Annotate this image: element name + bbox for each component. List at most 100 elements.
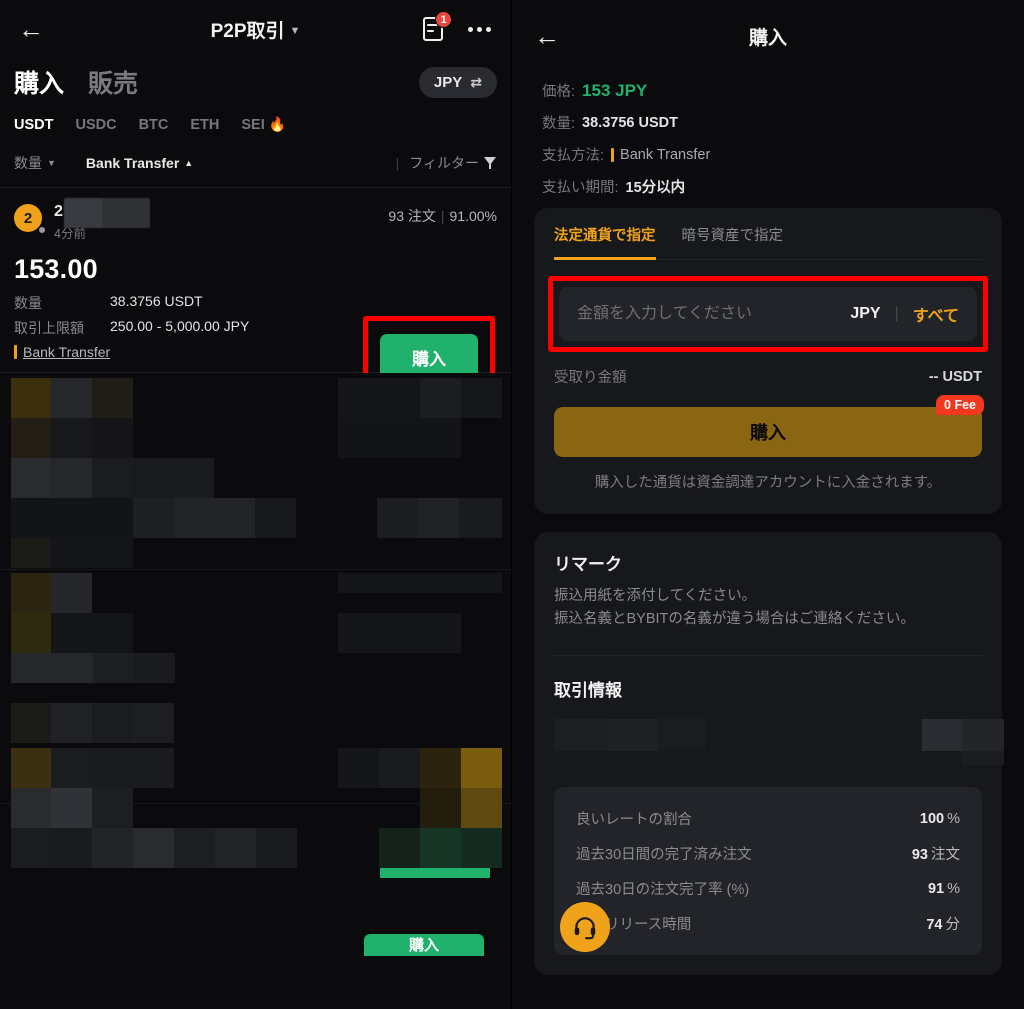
funding-account-note: 購入した通貨は資金調達アカウントに入金されます。 (594, 475, 942, 491)
stat-value: 100% (920, 811, 960, 827)
stat-number: 91 (927, 880, 945, 897)
offer-price: 153.00 (14, 254, 98, 284)
right-topbar: ← 購入 (512, 0, 1024, 72)
trade-info-title: 取引情報 (554, 681, 622, 701)
amount-max-button[interactable]: すべて (913, 302, 959, 326)
card-divider (554, 655, 982, 657)
zero-fee-badge: 0 Fee (936, 395, 984, 415)
fiat-currency-selector[interactable]: JPY ⇄ (418, 66, 497, 98)
redacted-merchant-info (554, 711, 1004, 769)
detail-price-value: 153 JPY (582, 80, 648, 100)
seller-stats: 93 注文 | 91.00% (388, 202, 497, 226)
receive-amount-value: -- USDT (928, 368, 982, 385)
stat-number: 100 (919, 810, 945, 827)
merchant-stats-list: 良いレートの割合 100% 過去30日間の完了済み注文 93 注文 過去30日の注… (554, 787, 982, 956)
coin-tab-eth[interactable]: ETH (190, 117, 219, 133)
detail-payment-label: 支払方法: (542, 148, 605, 164)
coin-tab-usdc[interactable]: USDC (75, 117, 116, 133)
fiat-currency-label: JPY (433, 73, 463, 91)
submit-area: 購入 0 Fee (554, 395, 984, 457)
advanced-filter-button[interactable]: フィルター (409, 153, 497, 173)
fire-icon: 🔥 (268, 116, 287, 132)
orders-icon[interactable]: 1 (420, 11, 452, 43)
tab-fiat-amount[interactable]: 法定通貨で指定 (554, 224, 656, 260)
divider: | (440, 208, 445, 224)
remark-line-1: 振込用紙を添付してください。 (554, 588, 757, 604)
offer-card: 2 2 4分前 93 注文 | 91.00% 153.00 数量 38.3756 U… (0, 188, 511, 399)
detail-quantity-row: 数量: 38.3756 USDT (542, 112, 994, 133)
offer-limit-value: 250.00 - 5,000.00 JPY (110, 318, 250, 334)
detail-payment-row: 支払方法: Bank Transfer (542, 144, 994, 165)
detail-window-row: 支払い期間: 15分以内 (542, 176, 994, 197)
buy-form-card: 法定通貨で指定 暗号資産で指定 JPY | すべて 受取り金額 -- USDT … (534, 208, 1002, 514)
order-details: 価格: 153 JPY 数量: 38.3756 USDT 支払方法: Bank … (512, 72, 1024, 197)
offer-quantity-label: 数量 (14, 295, 42, 311)
tab-sell[interactable]: 販売 (88, 64, 138, 100)
amount-input-highlight: JPY | すべて (548, 276, 988, 352)
stat-row: 過去30日の注文完了率 (%) 91% (576, 871, 960, 906)
stat-row: 良いレートの割合 100% (576, 801, 960, 836)
receive-amount-label: 受取り金額 (554, 370, 627, 386)
left-topbar: ← P2P取引 ▼ 1 (0, 0, 511, 58)
stat-value: 91% (928, 881, 960, 897)
seller-meta: 2 4分前 (54, 198, 150, 242)
seller-row: 2 2 4分前 93 注文 | 91.00% (14, 198, 497, 242)
confirm-buy-button[interactable]: 購入 (554, 407, 982, 457)
coin-tab-btc[interactable]: BTC (139, 117, 169, 133)
amount-input[interactable] (577, 305, 851, 323)
divider: | (395, 155, 400, 171)
document-line-2 (427, 30, 434, 33)
detail-page-title: 購入 (748, 27, 787, 49)
app-screen: ← P2P取引 ▼ 1 購入 販売 JPY ⇄ USDT USDC BTC ET… (0, 0, 1024, 1009)
stat-unit: 分 (945, 917, 961, 934)
coin-tabs: USDT USDC BTC ETH SEI 🔥 (0, 102, 511, 143)
seller-order-count: 93 注文 (388, 208, 436, 224)
page-title-text: P2P取引 (210, 20, 285, 42)
coin-tab-usdt[interactable]: USDT (14, 117, 53, 133)
remark-and-info-card: リマーク 振込用紙を添付してください。 振込名義とBYBITの名義が違う場合はご… (534, 532, 1004, 976)
amount-currency-label: JPY (850, 305, 881, 322)
filter-right-group: | フィルター (396, 153, 497, 173)
detail-window-label: 支払い期間: (542, 180, 619, 196)
stat-value: 74 分 (926, 913, 960, 934)
payment-filter-label: Bank Transfer (85, 155, 180, 171)
stat-label: 良いレートの割合 (576, 812, 692, 829)
stat-number: 93 (911, 847, 928, 864)
sticky-buy-button[interactable]: 購入 (364, 934, 484, 956)
more-options-icon[interactable] (466, 21, 493, 38)
stat-value: 93 注文 (912, 843, 960, 864)
swap-icon: ⇄ (470, 73, 482, 90)
mode-tabs: 購入 販売 JPY ⇄ (0, 58, 511, 102)
avatar[interactable]: 2 (14, 204, 46, 234)
detail-payment-value: Bank Transfer (620, 146, 711, 163)
filter-row: 数量 ▼ Bank Transfer ▲ | フィルター (0, 143, 511, 187)
support-chat-button[interactable] (560, 902, 610, 952)
coin-tab-sei[interactable]: SEI 🔥 (241, 116, 286, 133)
detail-price-row: 価格: 153 JPY (542, 80, 994, 101)
stat-row: 過去30日間の完了済み注文 93 注文 (576, 836, 960, 871)
detail-price-label: 価格: (542, 84, 576, 100)
amount-filter[interactable]: 数量 ▼ (14, 153, 56, 173)
payment-filter[interactable]: Bank Transfer ▲ (86, 155, 193, 171)
tab-crypto-amount[interactable]: 暗号資産で指定 (682, 224, 784, 260)
divider: | (894, 305, 899, 322)
amount-input-box[interactable]: JPY | すべて (559, 287, 977, 341)
payment-color-bar-icon (611, 147, 615, 162)
back-icon[interactable]: ← (14, 12, 48, 46)
stat-label: 過去30日の注文完了率 (%) (576, 882, 750, 899)
chevron-down-icon: ▼ (47, 158, 56, 168)
detail-quantity-value: 38.3756 USDT (582, 114, 678, 131)
tab-buy[interactable]: 購入 (14, 64, 64, 100)
offer-payment-method-label[interactable]: Bank Transfer (23, 344, 110, 360)
redaction-mask (64, 198, 150, 228)
stat-label: 過去30日間の完了済み注文 (576, 847, 752, 864)
back-icon[interactable]: ← (530, 19, 564, 53)
filter-funnel-icon (484, 157, 497, 169)
redacted-offer-list[interactable]: 購入 (0, 373, 511, 956)
offer-limit-label: 取引上限額 (14, 320, 84, 336)
detail-window-value: 15分以内 (625, 180, 686, 196)
stat-unit: 注文 (931, 847, 960, 864)
coin-tab-sei-label: SEI (241, 117, 265, 133)
advanced-filter-label: フィルター (409, 155, 479, 171)
payment-color-bar-icon (14, 345, 17, 359)
